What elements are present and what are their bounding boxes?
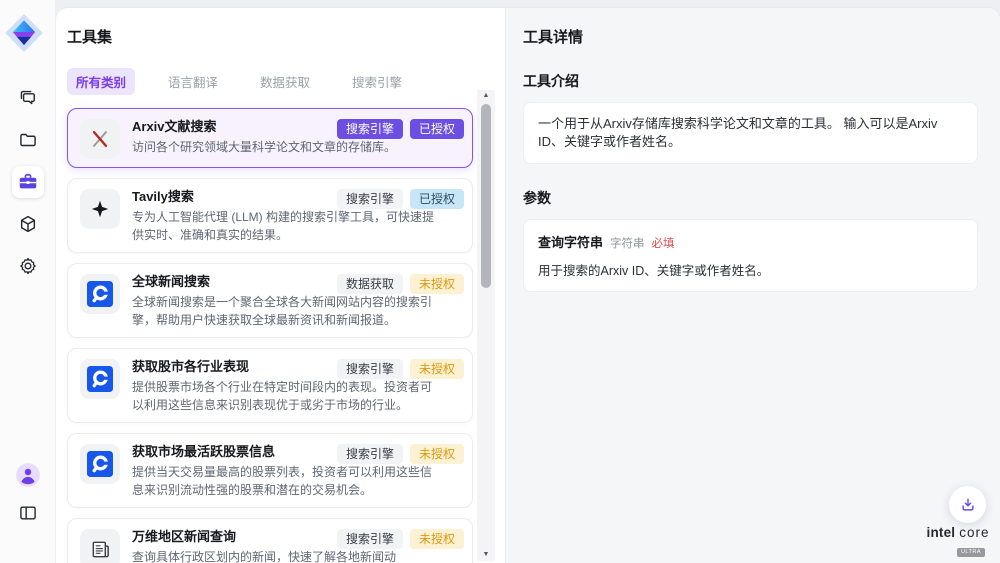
tool-detail-section: 工具详情 工具介绍 一个用于从Arxiv存储库搜索科学论文和文章的工具。 输入可… bbox=[505, 8, 1000, 563]
tool-description: 访问各个研究领域大量科学论文和文章的存储库。 bbox=[132, 138, 434, 156]
scroll-up-icon[interactable]: ▲ bbox=[477, 90, 495, 102]
params-heading: 参数 bbox=[523, 188, 978, 208]
status-badge: 已授权 bbox=[410, 119, 464, 139]
tool-card[interactable]: 获取市场最活跃股票信息 提供当天交易量最高的股票列表，投资者可以利用这些信息来识… bbox=[67, 433, 473, 508]
rail-bottom bbox=[0, 459, 56, 529]
category-badge: 搜索引擎 bbox=[337, 529, 403, 549]
detail-title: 工具详情 bbox=[523, 26, 978, 47]
tab-translate[interactable]: 语言翻译 bbox=[159, 68, 227, 95]
scrollbar[interactable]: ▲ ▼ bbox=[477, 90, 495, 561]
diamond-logo-icon bbox=[3, 12, 45, 54]
panel-toggle-icon bbox=[18, 503, 38, 523]
param-required-badge: 必填 bbox=[652, 235, 675, 251]
tool-card[interactable]: Tavily搜索 专为人工智能代理 (LLM) 构建的搜索引擎工具，可快速提供实… bbox=[67, 178, 473, 253]
rail-nav bbox=[0, 82, 55, 282]
rail-item-panel[interactable] bbox=[12, 497, 44, 529]
intel-core-logo: intel core ULTRA bbox=[922, 525, 994, 558]
page-title: 工具集 bbox=[67, 26, 505, 47]
category-badge: 搜索引擎 bbox=[337, 119, 403, 139]
rail-item-user[interactable] bbox=[12, 459, 44, 491]
intro-box: 一个用于从Arxiv存储库搜索科学论文和文章的工具。 输入可以是Arxiv ID… bbox=[523, 102, 978, 164]
cube-icon bbox=[18, 214, 38, 234]
rail-item-folder[interactable] bbox=[12, 124, 44, 156]
rail-item-chat[interactable] bbox=[12, 82, 44, 114]
tool-card[interactable]: 获取股市各行业表现 提供股票市场各个行业在特定时间段内的表现。投资者可以利用这些… bbox=[67, 348, 473, 423]
status-badge: 未授权 bbox=[410, 359, 464, 379]
juhe-icon bbox=[80, 274, 120, 314]
scrollbar-thumb[interactable] bbox=[481, 104, 491, 288]
tool-card[interactable]: Arxiv文献搜索 访问各个研究领域大量科学论文和文章的存储库。 搜索引擎 已授… bbox=[67, 108, 473, 168]
param-type: 字符串 bbox=[610, 235, 645, 251]
tool-description: 查询具体行政区划内的新闻，快速了解各地新闻动 bbox=[132, 548, 434, 563]
ultra-badge: ULTRA bbox=[957, 548, 985, 557]
download-icon bbox=[959, 496, 977, 514]
param-description: 用于搜索的Arxiv ID、关键字或作者姓名。 bbox=[538, 260, 963, 279]
status-badge: 未授权 bbox=[410, 529, 464, 549]
category-badge: 搜索引擎 bbox=[337, 359, 403, 379]
tab-data[interactable]: 数据获取 bbox=[251, 68, 319, 95]
main-panel: 工具集 所有类别语言翻译数据获取搜索引擎 Arxiv文献搜索 访问各个研究领域大… bbox=[56, 8, 1000, 563]
gear-icon bbox=[18, 256, 38, 276]
core-brand-text: core bbox=[959, 525, 989, 540]
intel-brand-text: intel bbox=[927, 525, 956, 540]
left-rail bbox=[0, 0, 56, 563]
tool-description: 提供股票市场各个行业在特定时间段内的表现。投资者可以利用这些信息来识别表现优于或… bbox=[132, 378, 434, 414]
param-box: 查询字符串 字符串 必填 用于搜索的Arxiv ID、关键字或作者姓名。 bbox=[523, 219, 978, 292]
download-button[interactable] bbox=[949, 486, 986, 523]
rail-item-toolbox[interactable] bbox=[12, 166, 44, 198]
juhe-icon bbox=[80, 444, 120, 484]
category-badge: 数据获取 bbox=[337, 274, 403, 294]
newspaper-icon bbox=[80, 529, 120, 563]
user-avatar-icon bbox=[15, 462, 41, 488]
tool-card[interactable]: 万维地区新闻查询 查询具体行政区划内的新闻，快速了解各地新闻动 搜索引擎 未授权 bbox=[67, 518, 473, 563]
folder-icon bbox=[18, 130, 38, 150]
category-badge: 搜索引擎 bbox=[337, 189, 403, 209]
tool-card-list: Arxiv文献搜索 访问各个研究领域大量科学论文和文章的存储库。 搜索引擎 已授… bbox=[67, 108, 473, 563]
toolbox-icon bbox=[17, 171, 39, 193]
chat-icon bbox=[18, 88, 38, 108]
arxiv-icon bbox=[80, 119, 120, 159]
category-tabs: 所有类别语言翻译数据获取搜索引擎 bbox=[67, 68, 505, 95]
status-badge: 已授权 bbox=[410, 189, 464, 209]
tool-description: 提供当天交易量最高的股票列表，投资者可以利用这些信息来识别流动性强的股票和潜在的… bbox=[132, 463, 434, 499]
app-logo[interactable] bbox=[3, 12, 45, 54]
tab-search[interactable]: 搜索引擎 bbox=[343, 68, 411, 95]
rail-item-cube[interactable] bbox=[12, 208, 44, 240]
tool-list-section: 工具集 所有类别语言翻译数据获取搜索引擎 Arxiv文献搜索 访问各个研究领域大… bbox=[56, 8, 505, 563]
param-name: 查询字符串 bbox=[538, 232, 603, 251]
status-badge: 未授权 bbox=[410, 444, 464, 464]
tool-card[interactable]: 全球新闻搜索 全球新闻搜索是一个聚合全球各大新闻网站内容的搜索引擎，帮助用户快速… bbox=[67, 263, 473, 338]
status-badge: 未授权 bbox=[410, 274, 464, 294]
category-badge: 搜索引擎 bbox=[337, 444, 403, 464]
juhe-icon bbox=[80, 359, 120, 399]
rail-item-settings[interactable] bbox=[12, 250, 44, 282]
tool-description: 专为人工智能代理 (LLM) 构建的搜索引擎工具，可快速提供实时、准确和真实的结… bbox=[132, 208, 434, 244]
intro-text: 一个用于从Arxiv存储库搜索科学论文和文章的工具。 输入可以是Arxiv ID… bbox=[538, 115, 963, 151]
intro-heading: 工具介绍 bbox=[523, 71, 978, 91]
tool-description: 全球新闻搜索是一个聚合全球各大新闻网站内容的搜索引擎，帮助用户快速获取全球最新资… bbox=[132, 293, 434, 329]
tavily-icon bbox=[80, 189, 120, 229]
tab-all[interactable]: 所有类别 bbox=[67, 68, 135, 95]
scroll-down-icon[interactable]: ▼ bbox=[477, 549, 495, 561]
